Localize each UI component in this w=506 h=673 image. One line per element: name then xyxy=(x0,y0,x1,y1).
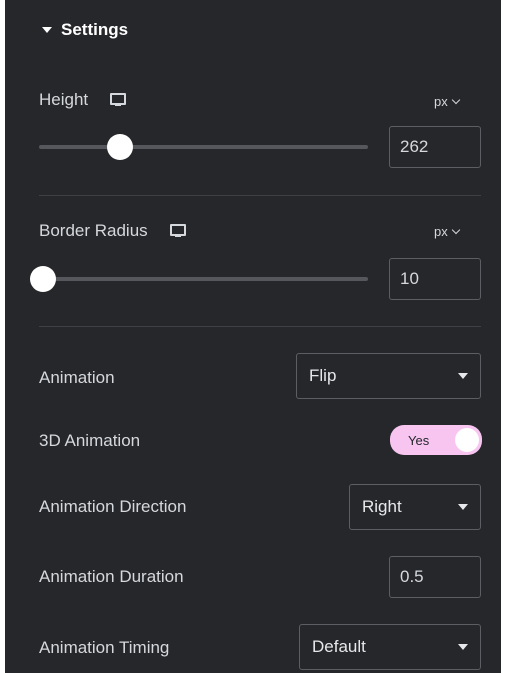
height-value: 262 xyxy=(400,137,429,156)
monitor-icon[interactable] xyxy=(169,224,186,238)
animation-duration-label: Animation Duration xyxy=(39,567,184,586)
3d-animation-toggle[interactable]: Yes xyxy=(390,425,482,455)
toggle-knob xyxy=(455,428,479,452)
border-radius-label-row: Border Radius xyxy=(39,221,186,241)
monitor-icon[interactable] xyxy=(110,93,127,107)
settings-panel: Settings Height px 262 Border Radius px … xyxy=(5,0,501,673)
settings-section-header[interactable]: Settings xyxy=(42,20,128,40)
height-unit-select[interactable]: px xyxy=(434,94,460,109)
chevron-down-icon xyxy=(451,225,460,234)
animation-select[interactable]: Flip xyxy=(296,353,481,399)
divider xyxy=(39,195,481,196)
animation-timing-label: Animation Timing xyxy=(39,638,170,657)
section-title: Settings xyxy=(61,20,129,39)
border-radius-value: 10 xyxy=(400,269,419,288)
animation-duration-value: 0.5 xyxy=(400,567,424,586)
height-slider-track[interactable] xyxy=(39,145,368,149)
caret-down-icon xyxy=(42,27,52,33)
chevron-down-icon xyxy=(451,95,460,104)
animation-direction-value: Right xyxy=(362,497,402,516)
height-label-row: Height xyxy=(39,90,127,110)
3d-animation-label: 3D Animation xyxy=(39,431,141,450)
border-radius-unit-label: px xyxy=(434,224,448,239)
height-input[interactable]: 262 xyxy=(389,126,481,168)
animation-value: Flip xyxy=(309,366,337,385)
height-unit-label: px xyxy=(434,94,448,109)
caret-down-icon xyxy=(458,644,468,650)
border-radius-input[interactable]: 10 xyxy=(389,258,481,300)
divider xyxy=(39,326,481,327)
caret-down-icon xyxy=(458,504,468,510)
border-radius-label: Border Radius xyxy=(39,221,148,240)
animation-direction-select[interactable]: Right xyxy=(349,484,481,530)
animation-timing-value: Default xyxy=(312,637,366,656)
animation-timing-select[interactable]: Default xyxy=(299,624,481,670)
border-radius-unit-select[interactable]: px xyxy=(434,224,460,239)
animation-direction-label: Animation Direction xyxy=(39,497,187,516)
border-radius-slider-track[interactable] xyxy=(39,277,368,281)
height-label: Height xyxy=(39,90,89,109)
animation-duration-input[interactable]: 0.5 xyxy=(389,556,481,598)
border-radius-slider-thumb[interactable] xyxy=(30,266,56,292)
animation-label: Animation xyxy=(39,368,115,387)
toggle-state-label: Yes xyxy=(408,432,430,448)
caret-down-icon xyxy=(458,373,468,379)
height-slider-thumb[interactable] xyxy=(107,134,133,160)
